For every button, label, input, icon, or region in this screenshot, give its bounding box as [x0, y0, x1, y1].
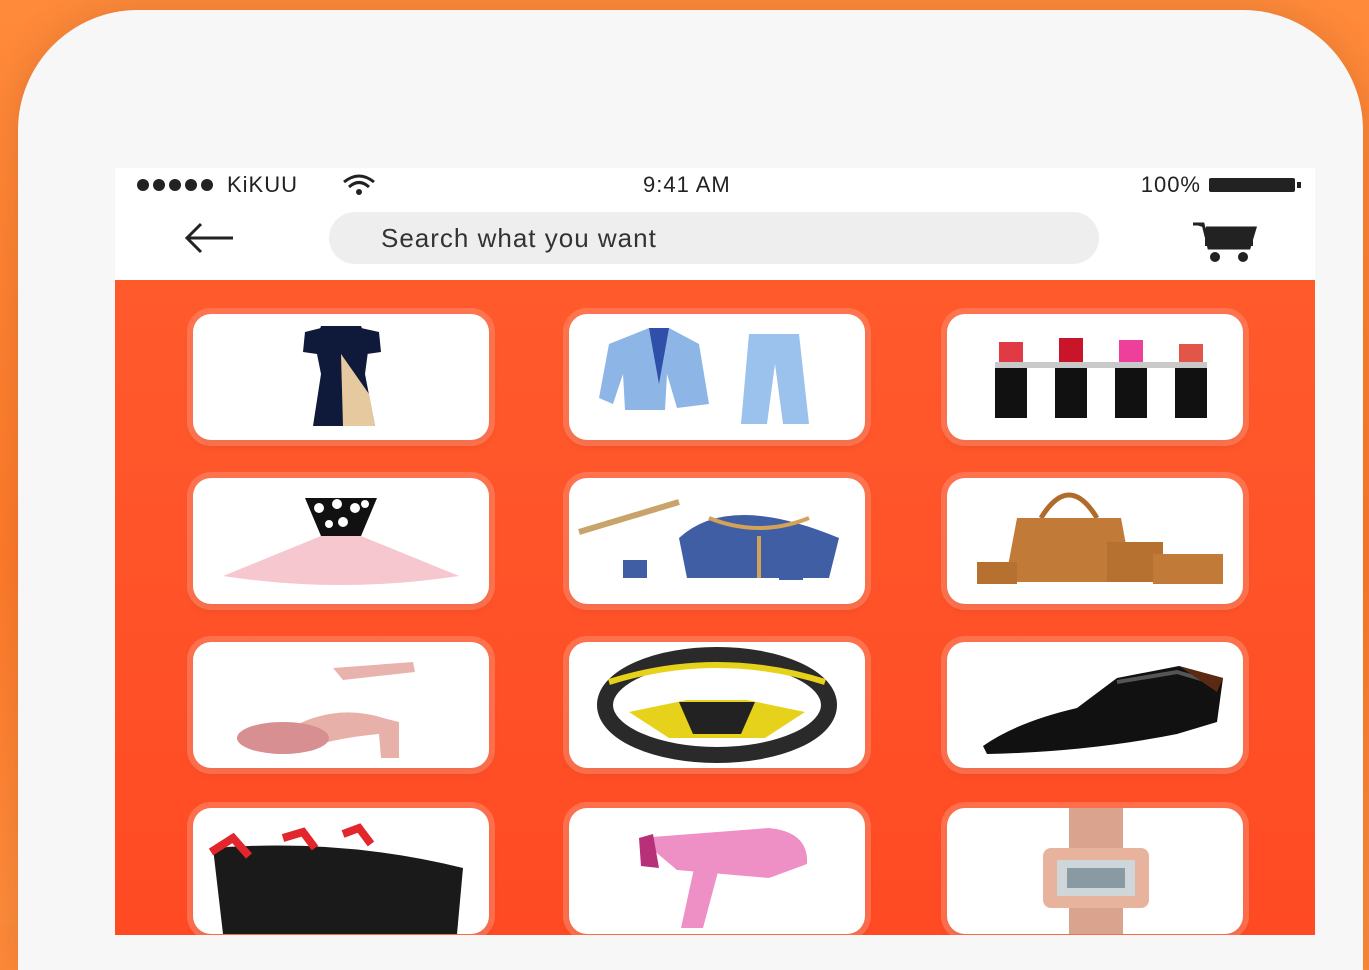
category-tile-shoe[interactable]: [947, 642, 1243, 768]
status-time: 9:41 AM: [643, 172, 731, 197]
category-tile-hair-dryer[interactable]: [569, 808, 865, 934]
category-tile-hair-extension[interactable]: [193, 808, 489, 934]
hair-extension-image: [208, 823, 463, 934]
app-screen: KiKUU 9:41 AM 100%: [115, 168, 1315, 935]
carrier-name: KiKUU: [227, 172, 299, 197]
carrier-group: KiKUU: [137, 172, 376, 198]
search-input[interactable]: [329, 212, 1099, 264]
category-tile-handbag[interactable]: [947, 478, 1243, 604]
category-tile-steering-wheel[interactable]: [569, 642, 865, 768]
category-grid: [115, 280, 1315, 935]
dress-image: [303, 326, 381, 426]
battery-percent: 100%: [1140, 172, 1201, 197]
category-tile-dress[interactable]: [193, 314, 489, 440]
category-tile-jewelry[interactable]: [569, 478, 865, 604]
top-navbar: [115, 204, 1315, 278]
shopping-cart-icon[interactable]: [1191, 218, 1259, 264]
category-tile-watch[interactable]: [947, 808, 1243, 934]
tutu-dress-image: [223, 498, 459, 585]
signal-dots-icon: [137, 179, 213, 191]
steering-wheel-image: [597, 647, 837, 763]
handbag-image: [977, 492, 1223, 584]
lipstick-image: [995, 338, 1207, 418]
battery-icon: [1209, 178, 1301, 192]
category-tile-tutu-dress[interactable]: [193, 478, 489, 604]
hair-dryer-image: [639, 828, 808, 928]
status-bar: KiKUU 9:41 AM 100%: [115, 168, 1315, 204]
watch-image: [1043, 808, 1149, 934]
heels-image: [237, 662, 415, 758]
category-tile-lipstick[interactable]: [947, 314, 1243, 440]
arrow-left-icon[interactable]: [181, 218, 237, 258]
phone-frame: KiKUU 9:41 AM 100%: [18, 10, 1363, 970]
category-tile-suit[interactable]: [569, 314, 865, 440]
battery-group: 100%: [1140, 172, 1301, 198]
suit-image: [599, 328, 809, 424]
jewelry-image: [578, 499, 839, 580]
wifi-icon: [343, 174, 375, 195]
shoe-image: [983, 666, 1223, 754]
category-tile-heels[interactable]: [193, 642, 489, 768]
